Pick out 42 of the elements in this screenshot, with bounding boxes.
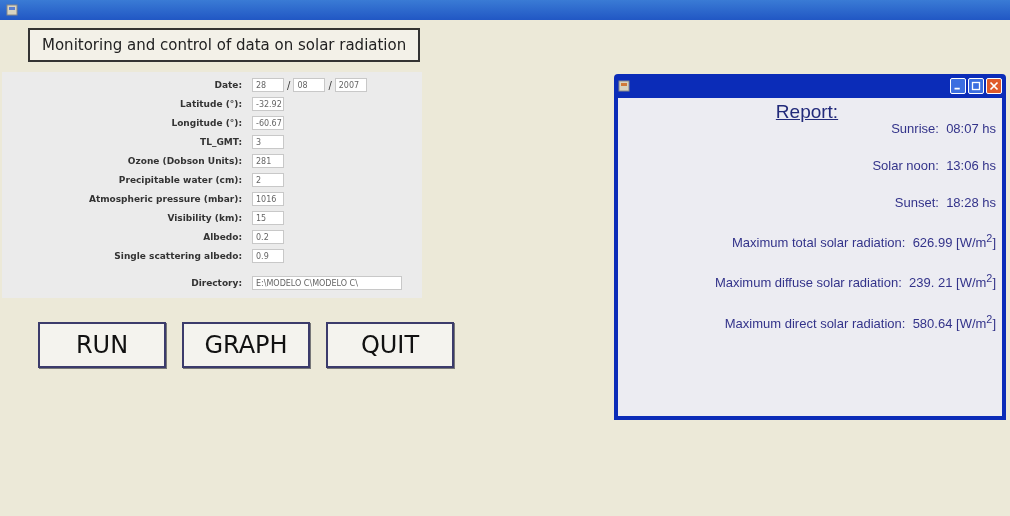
directory-field[interactable]: E:\MODELO C\MODELO C\ <box>252 276 402 290</box>
field-label: Ozone (Dobson Units): <box>126 156 242 166</box>
field-label: TL_GMT: <box>199 137 242 147</box>
input-field[interactable]: 0.2 <box>252 230 284 244</box>
app-icon <box>6 4 18 16</box>
report-line: Maximum total solar radiation: 626.99 [W/m$^{2}$] <box>732 232 996 251</box>
field-label: Directory: <box>190 278 242 288</box>
date-separator: / <box>328 79 332 91</box>
field-label: Date: <box>213 80 242 90</box>
field-label: Albedo: <box>202 232 242 242</box>
field-label: Precipitable water (cm): <box>117 175 242 185</box>
minimize-icon[interactable] <box>950 78 966 94</box>
field-label: Visibility (km): <box>166 213 242 223</box>
date-separator: / <box>287 79 291 91</box>
form-heading: Monitoring and control of data on solar radiation <box>28 28 421 62</box>
action-button[interactable]: RUN <box>38 322 166 368</box>
app-icon <box>618 80 630 92</box>
close-icon[interactable] <box>986 78 1002 94</box>
field-label: Atmospheric pressure (mbar): <box>87 194 242 204</box>
month-field[interactable]: 08 <box>293 78 326 92</box>
field-label: Longitude (°): <box>170 118 242 128</box>
year-field[interactable]: 2007 <box>334 78 367 92</box>
input-field[interactable]: 0.9 <box>252 249 284 263</box>
input-field[interactable]: 15 <box>252 211 284 225</box>
report-line: Sunrise: 08:07 hs <box>891 121 996 136</box>
input-field[interactable]: 3 <box>252 135 284 149</box>
report-line: Solar noon: 13:06 hs <box>872 158 996 173</box>
input-field[interactable]: -32.92 <box>252 97 284 111</box>
report-line: Maximum diffuse solar radiation: 239. 21 [W/m$^{2}$] <box>714 272 996 291</box>
input-field[interactable]: 2 <box>252 173 284 187</box>
field-label: Latitude (°): <box>179 99 242 109</box>
input-field[interactable]: 281 <box>252 154 284 168</box>
maximize-icon[interactable] <box>968 78 984 94</box>
action-button[interactable]: QUIT <box>326 322 454 368</box>
action-button[interactable]: GRAPH <box>182 322 310 368</box>
report-line: Sunset: 18:28 hs <box>894 195 996 210</box>
input-field[interactable]: -60.67 <box>252 116 284 130</box>
report-title: Report: <box>775 102 839 121</box>
field-label: Single scattering albedo: <box>113 251 242 261</box>
report-line: Maximum direct solar radiation: 580.64 [W/m$^{2}$] <box>724 312 996 331</box>
day-field[interactable]: 28 <box>252 78 284 92</box>
input-field[interactable]: 1016 <box>252 192 284 206</box>
